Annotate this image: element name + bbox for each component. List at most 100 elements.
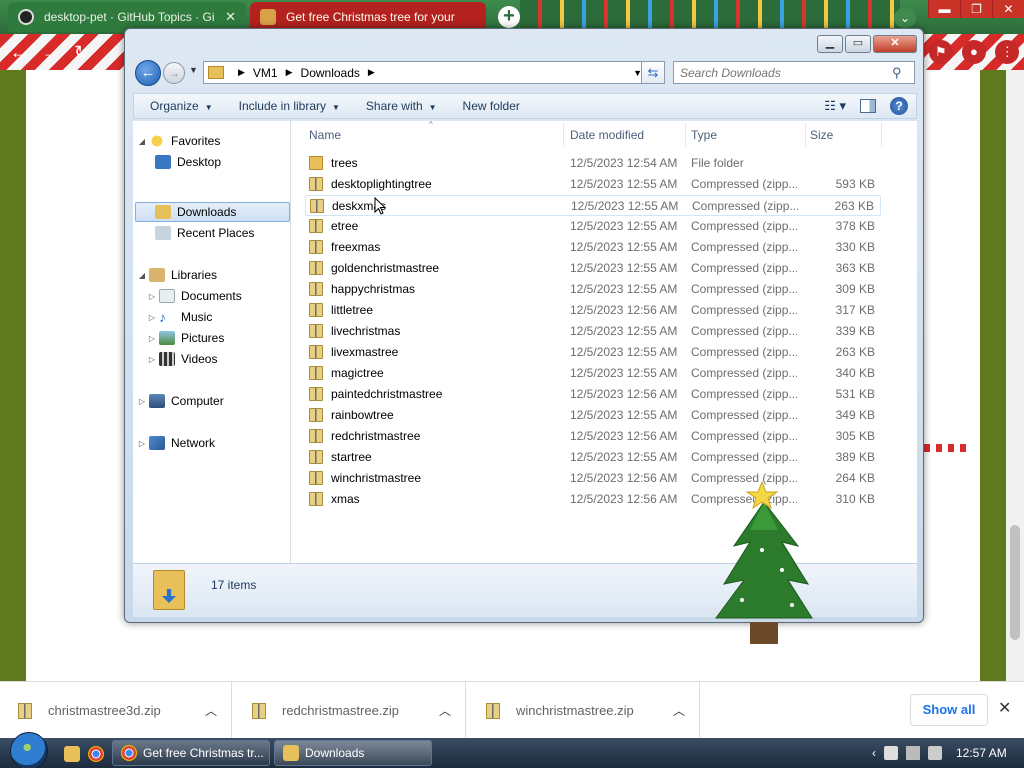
system-clock[interactable]: 12:57 AM (956, 746, 1007, 760)
breadcrumb-separator-icon[interactable]: ▶ (286, 67, 293, 78)
nav-computer[interactable]: ▷ Computer (137, 391, 224, 411)
download-item[interactable]: redchristmastree.zip ︿ (234, 682, 466, 739)
explorer-close-button[interactable]: ✕ (873, 35, 917, 53)
file-row[interactable]: livechristmas 12/5/2023 12:55 AM Compresse… (305, 321, 881, 342)
taskbar-item-downloads[interactable]: Downloads (274, 740, 432, 766)
action-center-flag-icon[interactable] (884, 746, 898, 760)
refresh-button[interactable]: ⇆ (641, 61, 665, 84)
download-item[interactable]: christmastree3d.zip ︿ (0, 682, 232, 739)
file-row[interactable]: freexmas 12/5/2023 12:55 AM Compressed (zi… (305, 237, 881, 258)
close-window-button[interactable]: ✕ (992, 0, 1024, 18)
file-row[interactable]: etree 12/5/2023 12:55 AM Compressed (zipp.… (305, 216, 881, 237)
file-row[interactable]: littletree 12/5/2023 12:56 AM Compressed (… (305, 300, 881, 321)
file-row[interactable]: magictree 12/5/2023 12:55 AM Compressed (z… (305, 363, 881, 384)
close-shelf-icon[interactable]: ✕ (998, 698, 1011, 718)
file-row[interactable]: desktoplightingtree 12/5/2023 12:55 AM Com… (305, 174, 881, 195)
file-row[interactable]: livexmastree 12/5/2023 12:55 AM Compressed… (305, 342, 881, 363)
file-row[interactable]: redchristmastree 12/5/2023 12:56 AM Compre… (305, 426, 881, 447)
christmas-tree-pet[interactable] (712, 480, 824, 648)
change-view-icon[interactable]: ☷ ▾ (824, 98, 846, 114)
folder-icon (309, 156, 323, 170)
file-row[interactable]: deskxmas 12/5/2023 12:55 AM Compressed (zi… (305, 195, 881, 216)
nav-downloads[interactable]: Downloads (135, 202, 290, 222)
chevron-up-icon[interactable]: ︿ (439, 702, 451, 719)
chevron-up-icon[interactable]: ︿ (205, 702, 217, 719)
restore-button[interactable]: ❐ (960, 0, 992, 18)
column-divider[interactable] (881, 123, 882, 147)
tab-search-chevron-icon[interactable]: ⌄ (894, 8, 916, 28)
explorer-quicklaunch-icon[interactable] (64, 746, 80, 762)
share-with-button[interactable]: Share with ▼ (356, 99, 447, 113)
start-button[interactable] (10, 732, 48, 768)
breadcrumb-vm1[interactable]: VM1 (253, 66, 278, 80)
forward-arrow-icon[interactable]: → (42, 42, 60, 63)
collapse-arrow-icon[interactable]: ◢ (137, 137, 147, 146)
breadcrumb-downloads[interactable]: Downloads (301, 66, 360, 80)
explorer-back-button[interactable]: ← (135, 60, 161, 86)
expand-arrow-icon[interactable]: ▷ (137, 439, 147, 448)
search-input[interactable] (680, 65, 890, 80)
close-tab-icon[interactable]: ✕ (225, 9, 236, 25)
nav-favorites[interactable]: ◢ Favorites (137, 131, 220, 151)
chevron-up-icon[interactable]: ︿ (673, 702, 685, 719)
collapse-arrow-icon[interactable]: ◢ (137, 271, 147, 280)
download-item[interactable]: winchristmastree.zip ︿ (468, 682, 700, 739)
extensions-icon[interactable]: ⚑ (928, 40, 953, 64)
volume-muted-icon[interactable] (928, 746, 942, 760)
menu-icon[interactable]: ⋮ (995, 40, 1020, 64)
nav-network[interactable]: ▷ Network (137, 433, 215, 453)
show-hidden-icons-icon[interactable]: ‹ (872, 746, 876, 760)
preview-pane-icon[interactable] (860, 99, 876, 113)
expand-arrow-icon[interactable]: ▷ (137, 397, 147, 406)
breadcrumb-separator-icon[interactable]: ▶ (368, 67, 375, 78)
file-row[interactable]: paintedchristmastree 12/5/2023 12:56 AM Co… (305, 384, 881, 405)
column-divider[interactable] (805, 123, 806, 147)
search-icon[interactable]: ⚲ (892, 65, 902, 81)
column-header-type[interactable]: Type (691, 128, 717, 142)
nav-pictures[interactable]: ▷ Pictures (147, 328, 224, 348)
column-header-name[interactable]: Name (309, 128, 341, 142)
nav-videos[interactable]: ▷ Videos (147, 349, 217, 369)
column-header-date[interactable]: Date modified (570, 128, 644, 142)
breadcrumb-separator-icon[interactable]: ▶ (238, 67, 245, 78)
chrome-quicklaunch-icon[interactable] (88, 746, 104, 762)
address-bar[interactable]: ▶ VM1 ▶ Downloads ▶ ▼ (203, 61, 649, 84)
search-box[interactable]: ⚲ (673, 61, 915, 84)
taskbar-item-chrome[interactable]: Get free Christmas tr... (112, 740, 270, 766)
reload-icon[interactable]: ↻ (74, 42, 89, 63)
nav-documents[interactable]: ▷ Documents (147, 286, 242, 306)
column-divider[interactable] (563, 123, 564, 147)
new-tab-button[interactable]: + (498, 6, 520, 28)
nav-libraries[interactable]: ◢ Libraries (137, 265, 217, 285)
minimize-button[interactable]: ▬ (928, 0, 960, 18)
network-tray-icon[interactable] (906, 746, 920, 760)
column-header-size[interactable]: Size (810, 128, 833, 142)
expand-arrow-icon[interactable]: ▷ (147, 334, 157, 343)
show-all-button[interactable]: Show all (910, 694, 988, 726)
expand-arrow-icon[interactable]: ▷ (147, 313, 157, 322)
explorer-forward-button[interactable]: → (163, 62, 185, 84)
nav-recent-places[interactable]: Recent Places (155, 223, 254, 243)
column-divider[interactable] (685, 123, 686, 147)
file-row[interactable]: rainbowtree 12/5/2023 12:55 AM Compressed … (305, 405, 881, 426)
file-row[interactable]: happychristmas 12/5/2023 12:55 AM Compress… (305, 279, 881, 300)
page-scrollbar-thumb[interactable] (1010, 525, 1020, 640)
expand-arrow-icon[interactable]: ▷ (147, 355, 157, 364)
nav-desktop[interactable]: Desktop (155, 152, 221, 172)
organize-button[interactable]: Organize ▼ (140, 99, 223, 113)
expand-arrow-icon[interactable]: ▷ (147, 292, 157, 301)
new-folder-button[interactable]: New folder (453, 99, 530, 113)
explorer-maximize-button[interactable]: ▭ (845, 35, 871, 53)
explorer-minimize-button[interactable]: ▁ (817, 35, 843, 53)
profile-icon[interactable]: ● (961, 40, 986, 64)
file-row[interactable]: trees 12/5/2023 12:54 AM File folder (305, 153, 881, 174)
include-in-library-button[interactable]: Include in library ▼ (229, 99, 350, 113)
back-arrow-icon[interactable]: ← (10, 42, 28, 63)
file-row[interactable]: startree 12/5/2023 12:55 AM Compressed (zi… (305, 447, 881, 468)
nav-music[interactable]: ▷ ♪ Music (147, 307, 212, 327)
file-row[interactable]: goldenchristmastree 12/5/2023 12:55 AM Com… (305, 258, 881, 279)
computer-icon (149, 394, 165, 408)
recent-pages-chevron-icon[interactable]: ▼ (189, 65, 198, 75)
help-icon[interactable]: ? (890, 97, 908, 115)
file-type: Compressed (zipp... (691, 240, 797, 254)
